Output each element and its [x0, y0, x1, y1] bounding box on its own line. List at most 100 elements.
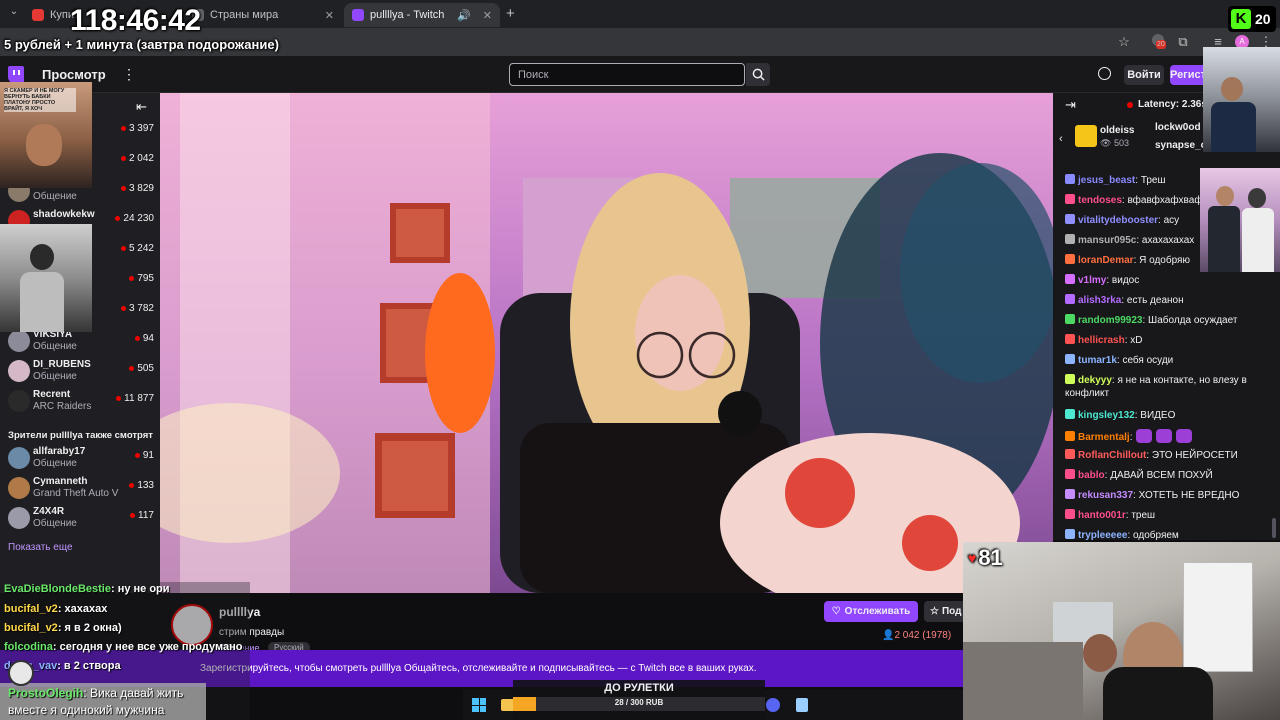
chat-username[interactable]: loranDemar: [1078, 255, 1134, 266]
search-input[interactable]: Поиск: [509, 63, 745, 86]
channel-viewer-count: 133: [129, 480, 154, 491]
latency-text: Latency: 2.36s: [1138, 99, 1207, 110]
chat-username[interactable]: tumar1k: [1078, 355, 1117, 366]
sidebar-channel[interactable]: Recrent ARC Raiders 11 877: [0, 387, 160, 417]
browser-tab-2[interactable]: Страны мира ✕: [184, 3, 342, 27]
collapse-sidebar-icon[interactable]: ⇤: [136, 99, 147, 115]
login-button[interactable]: Войти: [1124, 65, 1164, 85]
expand-chat-icon[interactable]: ⇥: [1065, 97, 1076, 113]
star-icon[interactable]: ☆: [1116, 34, 1132, 50]
browse-link[interactable]: Просмотр: [42, 67, 106, 82]
channel-viewer-count: 5 242: [121, 243, 154, 254]
chat-username[interactable]: dekyyy: [1078, 375, 1112, 386]
channel-avatar: [8, 507, 30, 529]
bw-photo-overlay: [0, 224, 92, 332]
sidebar-channel[interactable]: Z4X4R Общение 117: [0, 504, 160, 534]
chat-username[interactable]: mansur095c: [1078, 235, 1136, 246]
chat-username[interactable]: RoflanChillout: [1078, 450, 1146, 461]
chat-username[interactable]: alish3rka: [1078, 295, 1121, 306]
new-tab-button[interactable]: +: [506, 5, 515, 22]
tab-search-button[interactable]: ⌄: [6, 6, 22, 22]
chat-badge-icon: [1065, 374, 1075, 384]
person-face: [26, 124, 62, 166]
also-watch-title: Зрители pullllya также смотрят: [8, 430, 153, 441]
donation-avatar-icon: [8, 660, 34, 686]
crown-avatar: [1075, 125, 1097, 147]
chat-badge-icon: [1065, 314, 1075, 324]
browser-tab-3[interactable]: pullllya - Twitch 🔊 ✕: [344, 3, 500, 27]
chat-username[interactable]: tendoses: [1078, 195, 1122, 206]
chat-header-prev-icon[interactable]: ‹: [1059, 133, 1063, 145]
channel-avatar: [8, 447, 30, 469]
follow-button[interactable]: ♡ Отслеживать: [824, 601, 918, 622]
puzzle-icon[interactable]: ⧉: [1175, 34, 1191, 50]
twitch-logo-icon[interactable]: [8, 66, 24, 83]
kick-count: 20: [1255, 11, 1271, 27]
chat-message: tryplееeee: одобряем: [1065, 529, 1253, 542]
close-icon[interactable]: ✕: [483, 9, 492, 22]
sidebar-channel[interactable]: Cymanneth Grand Theft Auto V 133: [0, 474, 160, 504]
chat-message: Barmentalj:: [1065, 429, 1253, 444]
chat-text: : Шаболда осуждает: [1142, 315, 1238, 326]
kick-logo-icon: K: [1231, 9, 1251, 29]
chat-username[interactable]: hanto001r: [1078, 510, 1126, 521]
chat-username[interactable]: vitalitydebooster: [1078, 215, 1158, 226]
chat-text: : вфавфхафхваф: [1121, 195, 1203, 206]
chat-username[interactable]: random99923: [1078, 315, 1142, 326]
youtube-icon: [32, 9, 44, 21]
chat-username[interactable]: kingsley132: [1078, 410, 1135, 421]
meme-webcam-overlay: Я СКАМЕР И НЕ МОГУ ВЕРНУТЬ БАБКИ ПЛАТОНУ…: [0, 82, 92, 188]
follow-label: Отслеживать: [844, 606, 911, 617]
sidebar-channel[interactable]: DI_RUBENS Общение 505: [0, 357, 160, 387]
chat-badge-icon: [1065, 529, 1075, 539]
discord-icon[interactable]: [766, 698, 780, 712]
overlay-chat-text: : я в 2 окна): [57, 622, 122, 634]
chat-username[interactable]: jesus_beast: [1078, 175, 1135, 186]
chat-username[interactable]: Barmentalj: [1078, 432, 1130, 443]
show-more-link[interactable]: Показать еще: [8, 542, 73, 553]
chat-message: tumar1k: себя осуди: [1065, 354, 1253, 367]
video-player[interactable]: [160, 93, 1053, 593]
chat-scrollbar[interactable]: [1272, 518, 1276, 538]
chat-text: : ХОТЕТЬ НЕ ВРЕДНО: [1133, 490, 1240, 501]
viewer-count: 👤2 042 (1978): [882, 630, 951, 641]
chat-username[interactable]: hellicrash: [1078, 335, 1125, 346]
live-dot-icon: [1127, 101, 1133, 108]
extension-icon[interactable]: 20: [1150, 34, 1166, 50]
chat-header-user2[interactable]: lockw0od: [1155, 122, 1201, 133]
chat-message: hanto001r: треш: [1065, 509, 1253, 522]
chat-message: alish3rka: есть деанон: [1065, 294, 1253, 307]
heart-count: 81: [978, 545, 1003, 570]
chat-header-user1[interactable]: oldeiss: [1100, 125, 1134, 136]
kick-badge: K 20: [1228, 6, 1276, 32]
chat-username[interactable]: bablo: [1078, 470, 1105, 481]
windows-start-icon[interactable]: [472, 698, 486, 712]
speaker-icon[interactable]: 🔊: [457, 9, 471, 22]
chat-header-user3[interactable]: synapse_o: [1155, 140, 1207, 151]
channel-viewer-count: 505: [129, 363, 154, 374]
overlay-chat-username: bucifal_v2: [4, 603, 58, 615]
chat-badge-icon: [1065, 174, 1075, 184]
notes-icon[interactable]: [796, 698, 808, 712]
heart-counter: ♥ 81: [968, 545, 1003, 571]
chat-username[interactable]: rekusan337: [1078, 490, 1133, 501]
sidebar-channel[interactable]: allfaraby17 Общение 91: [0, 444, 160, 474]
chat-username[interactable]: v1lmy: [1078, 275, 1106, 286]
chat-username[interactable]: tryplееeee: [1078, 530, 1127, 541]
subathon-timer: 118:46:42: [70, 4, 201, 37]
close-icon[interactable]: ✕: [325, 9, 334, 22]
chat-header-count-text: 503: [1113, 138, 1129, 148]
overlay-chat-username: EvaDieBlondeBestie: [4, 583, 111, 595]
chat-text: : xD: [1124, 335, 1143, 346]
chat-badge-icon: [1065, 449, 1075, 459]
chat-message: dekyyy: я не на контакте, но влезу в кон…: [1065, 374, 1253, 400]
channel-viewer-count: 2 042: [121, 153, 154, 164]
more-icon[interactable]: ⋮: [122, 66, 136, 83]
prime-crown-icon[interactable]: [1098, 67, 1111, 80]
roulette-widget: ДО РУЛЕТКИ 28 / 300 RUB: [513, 680, 765, 720]
chat-message: random99923: Шаболда осуждает: [1065, 314, 1253, 327]
search-button[interactable]: [746, 63, 770, 86]
subscribe-button[interactable]: ☆ Под: [924, 601, 963, 622]
eye-icon: 👁: [1100, 138, 1112, 148]
chat-badge-icon: [1065, 469, 1075, 479]
